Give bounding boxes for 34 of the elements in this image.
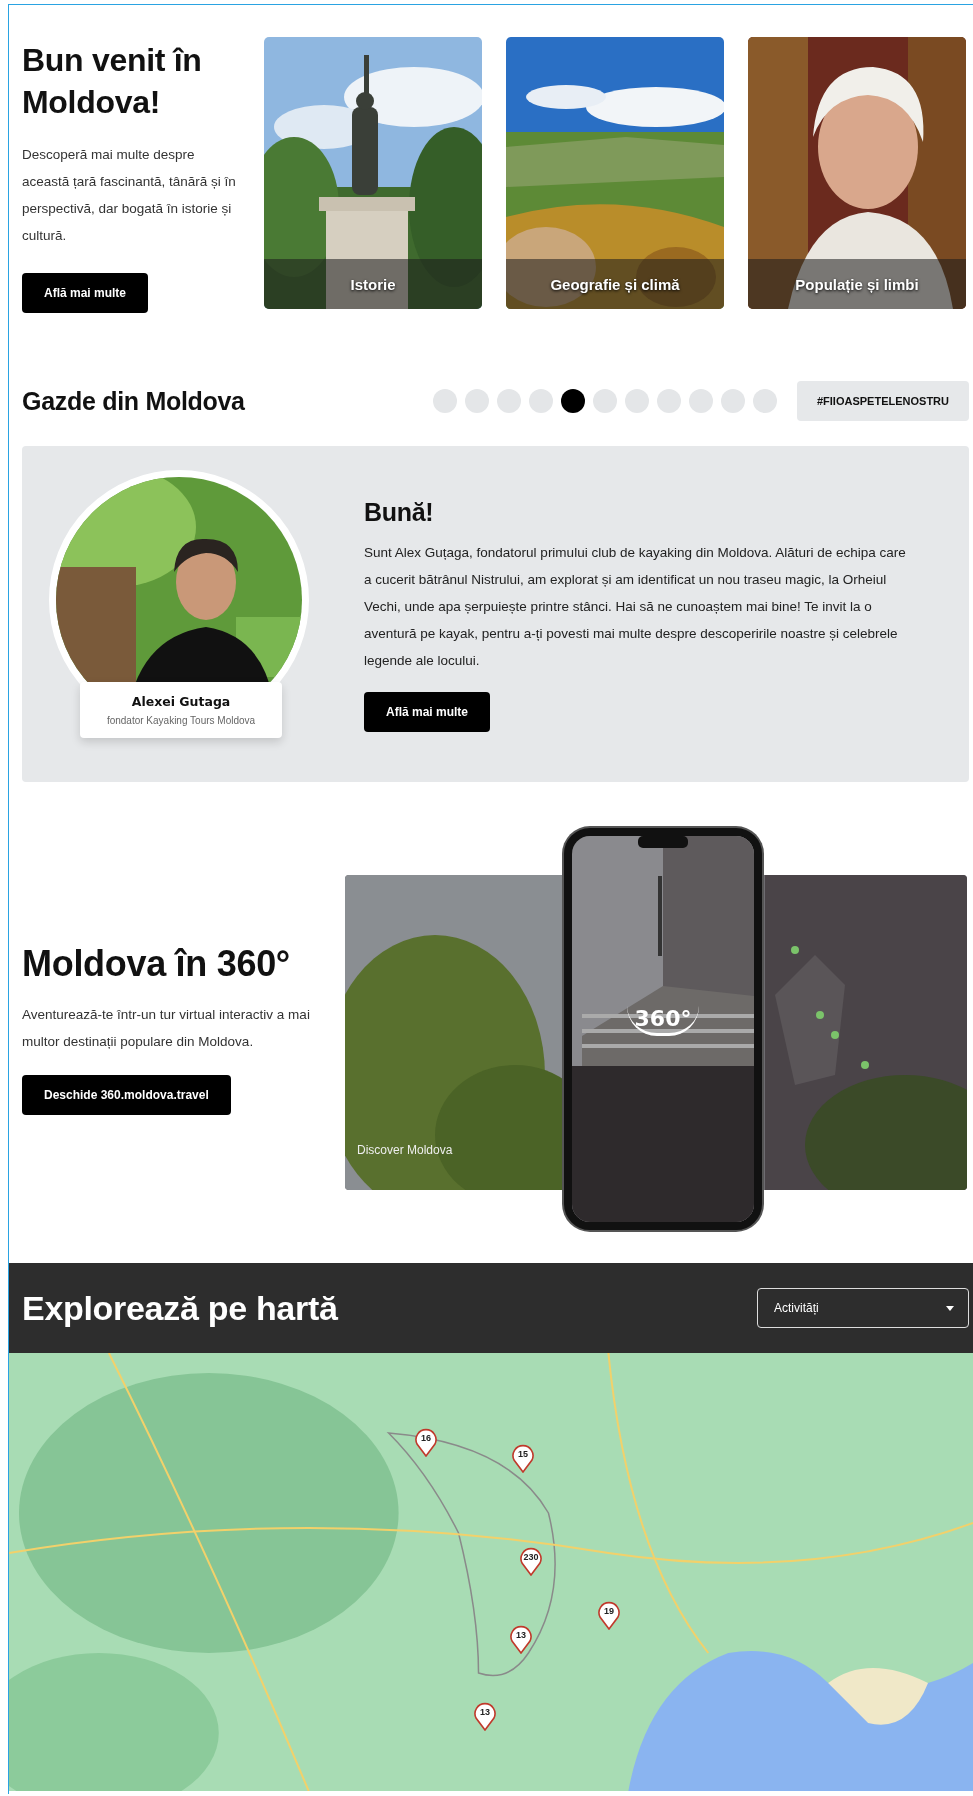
section-title: Explorează pe hartă [22, 1288, 338, 1328]
carousel-dot[interactable] [592, 389, 617, 413]
map-pin[interactable]: 16 [414, 1427, 438, 1457]
carousel-dot[interactable] [560, 389, 585, 413]
learn-more-button[interactable]: Află mai multe [364, 692, 491, 732]
map-pin[interactable]: 15 [511, 1443, 535, 1473]
carousel-dot[interactable] [688, 389, 713, 413]
map-pin[interactable]: 13 [473, 1701, 497, 1731]
carousel-dot[interactable] [528, 389, 553, 413]
greeting-heading: Bună! [364, 498, 435, 527]
host-text: Sunt Alex Guțaga, fondatorul primului club de kayaking din Moldova. Alături de echipa care a cucerit bătrânul Nistrului, am explorat și am identificat un nou traseu magic, la Orheiul Vechi, unde apa șerpuiește printre stânci. Hai să ne cunoaștem mai bine! Te invit la o aventură pe kayak, pentru a-ți povesti mai multe despre descoperirile noastre și celebrele legende ale locului. [364, 544, 907, 670]
section-title: Gazde din Moldova [22, 386, 246, 416]
caret-icon [946, 1305, 954, 1311]
carousel-dot[interactable] [496, 389, 521, 413]
host-name: Alexei Gutaga [131, 694, 231, 709]
map-pin[interactable]: 13 [509, 1624, 533, 1654]
carousel-dot[interactable] [432, 389, 457, 413]
open-tour-button[interactable]: Deschide 360.moldova.travel [22, 1075, 231, 1115]
learn-more-button[interactable]: Află mai multe [22, 273, 149, 313]
carousel-dot[interactable] [464, 389, 489, 413]
preview-caption: Discover Moldova [357, 1143, 453, 1157]
carousel-dot[interactable] [720, 389, 745, 413]
page-title: Bun venit în Moldova! [22, 41, 203, 122]
host-role: fondator Kayaking Tours Moldova [106, 715, 256, 726]
section-title: Moldova în 360° [22, 943, 291, 985]
map-pin[interactable]: 19 [597, 1600, 621, 1630]
activity-select[interactable]: Activități [757, 1288, 969, 1328]
carousel-dot[interactable] [752, 389, 777, 413]
hashtag-button[interactable]: #FIIOASPETELENOSTRU [796, 381, 969, 421]
map-pin[interactable]: 230 [519, 1546, 543, 1576]
carousel-dot[interactable] [624, 389, 649, 413]
intro-text: Descoperă mai multe despre această țară fascinantă, tânără și în perspectivă, dar bogată în istorie și cultură. [22, 146, 237, 245]
tour-text: Aventurează-te într-un tur virtual interactiv a mai multor destinații populare din Moldova. [22, 1006, 311, 1051]
carousel-dot[interactable] [656, 389, 681, 413]
